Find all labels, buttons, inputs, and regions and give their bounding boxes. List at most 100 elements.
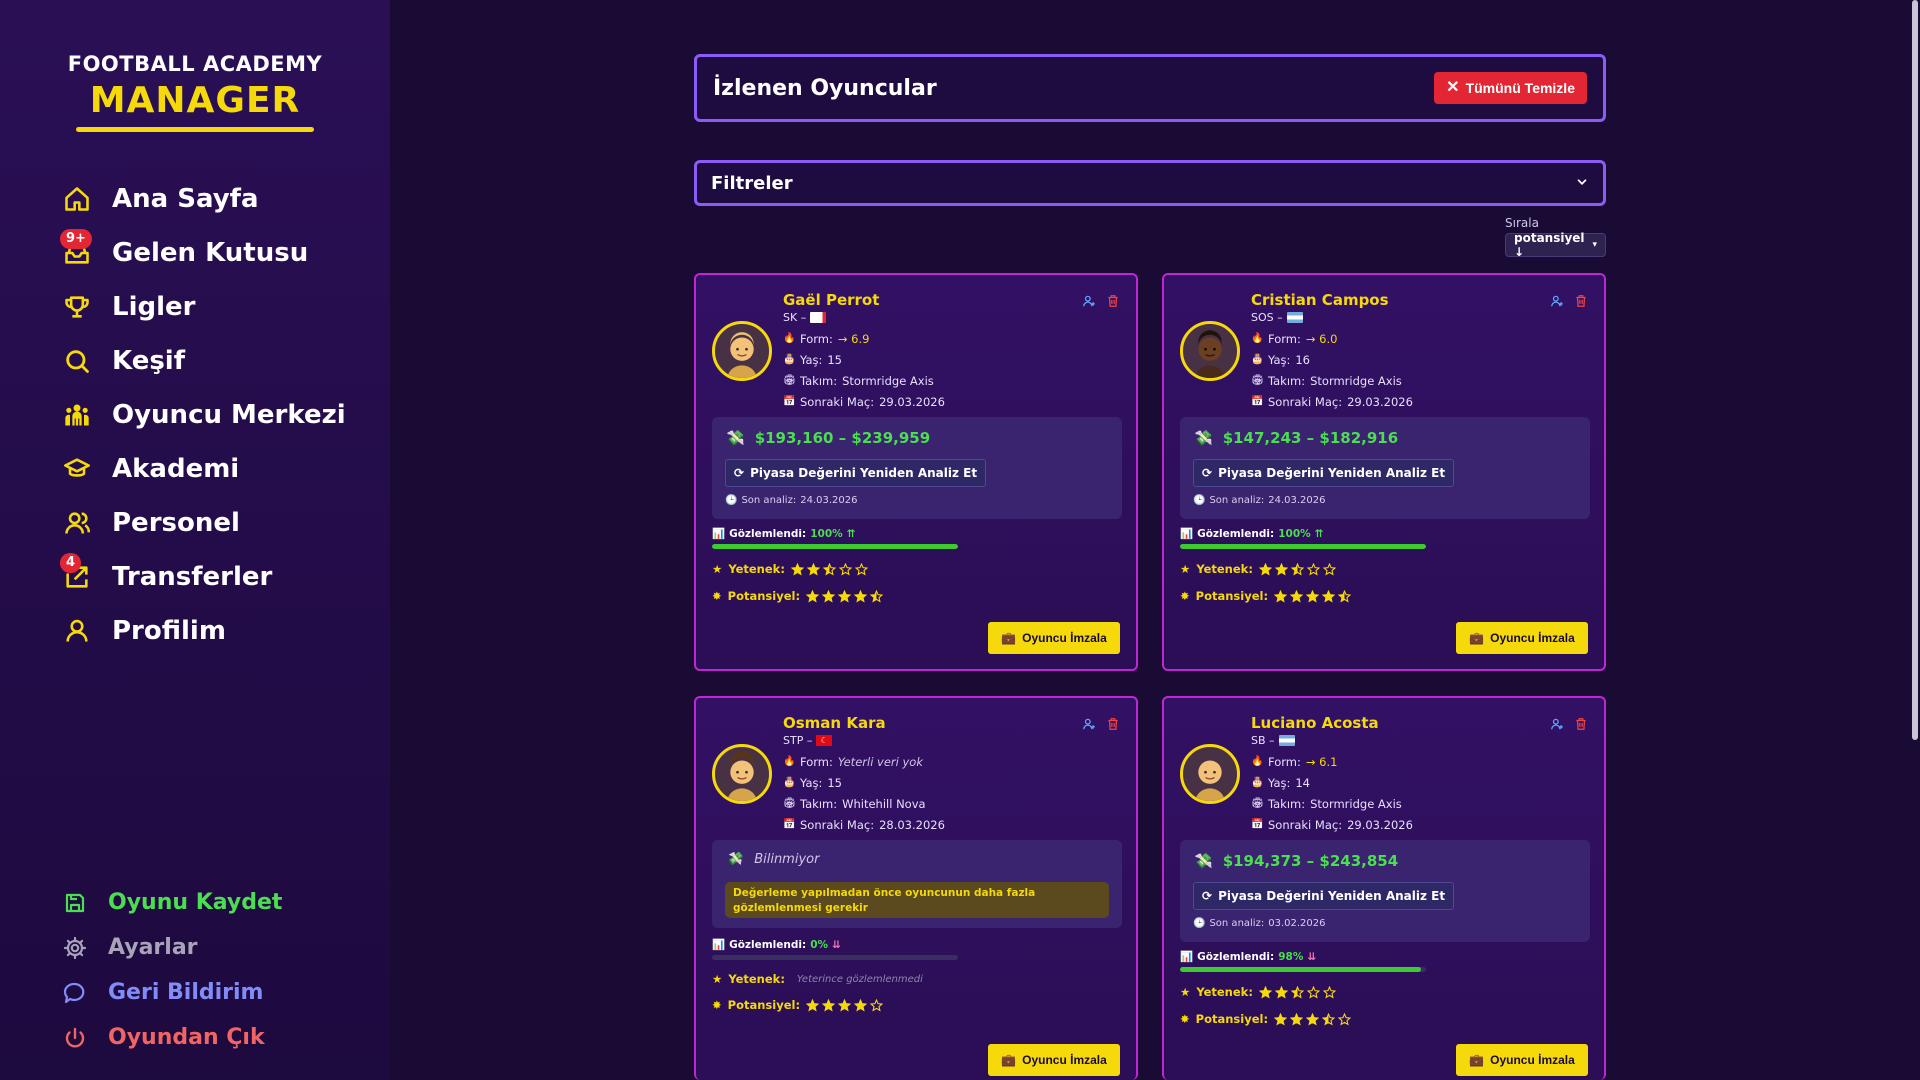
nav-label: Personel: [112, 508, 240, 538]
position-text: SB –: [1251, 734, 1275, 747]
nav-label: Akademi: [112, 454, 240, 484]
star-icon: ★: [712, 562, 723, 576]
position-text: SK –: [783, 311, 807, 324]
calendar-icon: 📅: [783, 819, 796, 830]
user-profile-icon[interactable]: [1082, 293, 1096, 312]
user-profile-icon[interactable]: [1550, 293, 1564, 312]
user-profile-icon[interactable]: [1550, 716, 1564, 735]
observed-progress: [1180, 967, 1426, 972]
scrollbar-thumb[interactable]: [1912, 0, 1918, 740]
star-full-icon: [1274, 985, 1288, 998]
age-label: Yaş:: [1268, 353, 1291, 367]
player-avatar: [1180, 744, 1240, 804]
settings-button[interactable]: Ayarlar: [62, 925, 382, 970]
filters-toggle[interactable]: Filtreler: [694, 160, 1606, 206]
briefcase-icon: 💼: [1001, 631, 1017, 645]
star-full-icon: [806, 589, 820, 602]
sign-player-button[interactable]: 💼 Oyuncu İmzala: [1456, 622, 1588, 654]
age-label: Yaş:: [1268, 776, 1291, 790]
chat-icon: [62, 980, 88, 1006]
logo-underline: [76, 127, 314, 132]
sort-select[interactable]: potansiyel ↓ ▾: [1505, 231, 1606, 259]
trash-icon[interactable]: [1106, 716, 1120, 735]
next-match-label: Sonraki Maç:: [800, 818, 875, 832]
briefcase-icon: 💼: [1001, 1053, 1017, 1067]
nav-label: Ana Sayfa: [112, 184, 259, 214]
position-text: SOS –: [1251, 311, 1283, 324]
potential-stars: [1274, 1012, 1352, 1026]
next-match-value: 29.03.2026: [879, 395, 945, 409]
player-card: Gaël Perrot SK – 🔥 Form: → 6.9 🎂 Yaş: 15…: [694, 273, 1138, 671]
nav-item-staff[interactable]: Personel: [62, 496, 382, 550]
skill-stars: [1258, 562, 1336, 576]
page-scrollbar[interactable]: [1910, 0, 1920, 1080]
star-full-icon: [1274, 1012, 1288, 1025]
cake-icon: 🎂: [783, 354, 796, 365]
trash-icon[interactable]: [1574, 716, 1588, 735]
chart-icon: 📊: [712, 528, 726, 540]
sparkle-icon: ✸: [712, 589, 722, 603]
nav-item-home[interactable]: Ana Sayfa: [62, 172, 382, 226]
skill-label: Yetenek:: [1196, 562, 1253, 576]
player-name: Gaël Perrot: [783, 291, 880, 309]
nav-item-transfers[interactable]: 4 Transferler: [60, 550, 382, 604]
chart-icon: 📊: [1180, 528, 1194, 540]
player-card: Luciano Acosta SB – 🔥 Form: → 6.1 🎂 Yaş:…: [1162, 696, 1606, 1080]
reanalyze-button[interactable]: ⟳ Piyasa Değerini Yeniden Analiz Et: [1193, 882, 1455, 910]
next-match-line: 📅 Sonraki Maç: 29.03.2026: [1251, 818, 1413, 832]
nav-item-academy[interactable]: Akademi: [62, 442, 382, 496]
market-value-box: 💸 $194,373 – $243,854 ⟳ Piyasa Değerini …: [1180, 840, 1590, 942]
reanalyze-button[interactable]: ⟳ Piyasa Değerini Yeniden Analiz Et: [725, 459, 987, 487]
star-empty-icon: [1306, 985, 1320, 998]
nav-item-player-center[interactable]: Oyuncu Merkezi: [62, 388, 382, 442]
team-label: Takım:: [1268, 374, 1306, 388]
trash-icon[interactable]: [1106, 293, 1120, 312]
quit-game-button[interactable]: Oyundan Çık: [62, 1015, 382, 1060]
user-profile-icon[interactable]: [1082, 716, 1096, 735]
observed-label: Gözlemlendi:: [1197, 527, 1275, 540]
form-value: Yeterli veri yok: [837, 755, 923, 769]
nav-item-inbox[interactable]: 9+ Gelen Kutusu: [60, 226, 382, 280]
nav-item-explore[interactable]: Keşif: [62, 334, 382, 388]
reanalyze-button[interactable]: ⟳ Piyasa Değerini Yeniden Analiz Et: [1193, 459, 1455, 487]
player-avatar: [712, 321, 772, 381]
fire-icon: 🔥: [1251, 333, 1264, 344]
age-value: 15: [827, 776, 842, 790]
gear-icon: [62, 935, 88, 961]
sign-player-button[interactable]: 💼 Oyuncu İmzala: [988, 1044, 1120, 1076]
age-label: Yaş:: [800, 776, 823, 790]
save-game-button[interactable]: Oyunu Kaydet: [62, 880, 382, 925]
briefcase-icon: 💼: [1469, 631, 1485, 645]
observed-line: 📊 Gözlemlendi: 0% ⇊: [712, 938, 841, 952]
next-match-value: 29.03.2026: [1347, 818, 1413, 832]
form-label: Form:: [1268, 755, 1301, 769]
clear-all-button[interactable]: ✕ Tümünü Temizle: [1434, 72, 1587, 104]
star-full-icon: [1258, 985, 1272, 998]
fire-icon: 🔥: [783, 756, 796, 767]
save-icon: [62, 890, 88, 916]
star-empty-icon: [1322, 985, 1336, 998]
staff-icon: [62, 508, 92, 538]
team-line: 🏟 Takım: Stormridge Axis: [1251, 374, 1402, 388]
nav-item-profile[interactable]: Profilim: [62, 604, 382, 658]
skill-stars: [790, 562, 868, 576]
cake-icon: 🎂: [1251, 354, 1264, 365]
nav-label: Keşif: [112, 346, 186, 376]
sign-player-button[interactable]: 💼 Oyuncu İmzala: [988, 622, 1120, 654]
nav-item-leagues[interactable]: Ligler: [62, 280, 382, 334]
sign-player-button[interactable]: 💼 Oyuncu İmzala: [1456, 1044, 1588, 1076]
player-name: Osman Kara: [783, 714, 886, 732]
observed-progress: [1180, 544, 1426, 549]
logo-top-text: FOOTBALL ACADEMY: [67, 52, 323, 76]
star-full-icon: [1274, 562, 1288, 575]
reanalyze-label: Piyasa Değerini Yeniden Analiz Et: [1218, 466, 1446, 480]
observed-value: 98%: [1278, 950, 1304, 963]
form-line: 🔥 Form: Yeterli veri yok: [783, 755, 923, 769]
observed-progress-fill: [1180, 544, 1426, 549]
market-value-box: 💸 $193,160 – $239,959 ⟳ Piyasa Değerini …: [712, 417, 1122, 519]
feedback-button[interactable]: Geri Bildirim: [62, 970, 382, 1015]
skill-label: Yetenek:: [1196, 985, 1253, 999]
trash-icon[interactable]: [1574, 293, 1588, 312]
star-half-icon: [1290, 562, 1304, 575]
star-full-icon: [1322, 589, 1336, 602]
